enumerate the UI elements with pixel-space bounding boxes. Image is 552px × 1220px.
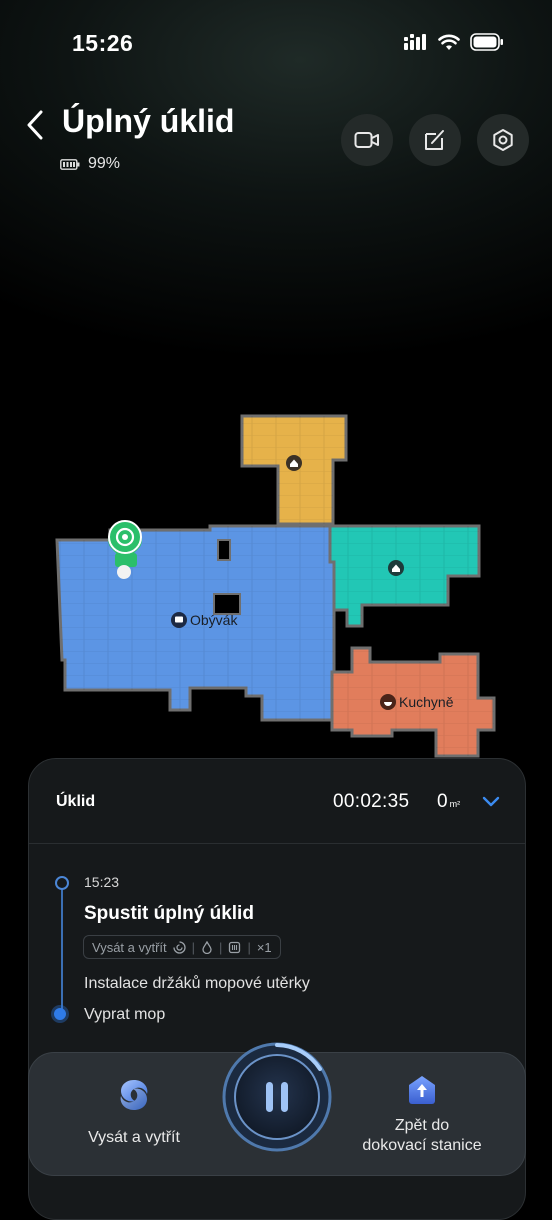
panel-title: Úklid	[56, 793, 96, 810]
chip-separator: |	[191, 939, 196, 955]
back-button[interactable]	[22, 108, 50, 142]
dock-home-icon	[409, 1076, 435, 1104]
cleaned-area: 0 m²	[437, 791, 460, 813]
return-dock-label-1: Zpět do	[394, 1117, 450, 1134]
timeline-step: Instalace držáků mopové utěrky	[84, 975, 310, 992]
camera-button[interactable]	[341, 114, 393, 166]
battery-icon	[60, 158, 80, 170]
suction-icon	[173, 940, 186, 954]
header-background	[0, 0, 552, 420]
room-label-obyvak: Obývák	[171, 612, 238, 628]
room-icon-teal	[388, 560, 404, 576]
panel-header[interactable]: Úklid 00:02:35 0 m²	[29, 759, 525, 844]
mop-icon	[229, 941, 241, 953]
settings-icon	[493, 129, 513, 151]
timeline-heading: Spustit úplný úklid	[84, 903, 254, 924]
timeline-line	[61, 887, 63, 1015]
pause-button-graphic	[222, 1042, 332, 1152]
room-icon-yellow	[286, 455, 302, 471]
signal-icon	[404, 34, 426, 50]
room-name-kuchyne: Kuchyně	[399, 694, 454, 710]
robot-battery: 99%	[60, 155, 120, 173]
status-icons	[404, 33, 504, 51]
chip-count: ×1	[256, 939, 272, 955]
water-icon	[202, 940, 212, 954]
room-label-kuchyne: Kuchyně	[380, 694, 454, 710]
area-value: 0	[437, 791, 448, 812]
timeline-step-current: Vyprat mop	[84, 1006, 166, 1023]
chip-mode-label: Vysát a vytřít	[92, 939, 167, 955]
mode-chip: Vysát a vytřít | | | ×1	[83, 935, 281, 959]
vacuum-mop-icon	[120, 1080, 148, 1110]
edit-map-icon	[425, 130, 444, 150]
chip-separator: |	[247, 939, 251, 955]
battery-status-icon	[470, 33, 503, 51]
pause-button[interactable]	[222, 1042, 332, 1152]
vacuum-mop-label: Vysát a vytřít	[88, 1129, 180, 1146]
vacuum-mop-button[interactable]: Vysát a vytřít	[60, 1060, 208, 1170]
settings-button[interactable]	[477, 114, 529, 166]
battery-percent: 99%	[88, 155, 121, 172]
area-unit: m²	[449, 799, 461, 809]
status-time: 15:26	[72, 30, 134, 56]
room-teal[interactable]	[328, 524, 481, 628]
chevron-down-icon[interactable]	[481, 793, 501, 809]
timeline-dot-current	[54, 1008, 66, 1020]
chip-separator: |	[219, 939, 223, 955]
cleaning-timer: 00:02:35	[333, 791, 410, 812]
return-to-dock-button[interactable]: Zpět do dokovací stanice	[340, 1060, 504, 1170]
wifi-icon	[438, 34, 460, 50]
cleaning-map[interactable]: Obývák Kuchyně	[0, 400, 552, 770]
timeline-dot-start	[55, 876, 69, 890]
timeline-time: 15:23	[84, 874, 120, 890]
edit-map-button[interactable]	[409, 114, 461, 166]
room-name-obyvak: Obývák	[190, 612, 238, 628]
page-title: Úplný úklid	[62, 103, 235, 139]
camera-icon	[354, 132, 379, 148]
return-dock-label-2: dokovací stanice	[362, 1137, 482, 1154]
